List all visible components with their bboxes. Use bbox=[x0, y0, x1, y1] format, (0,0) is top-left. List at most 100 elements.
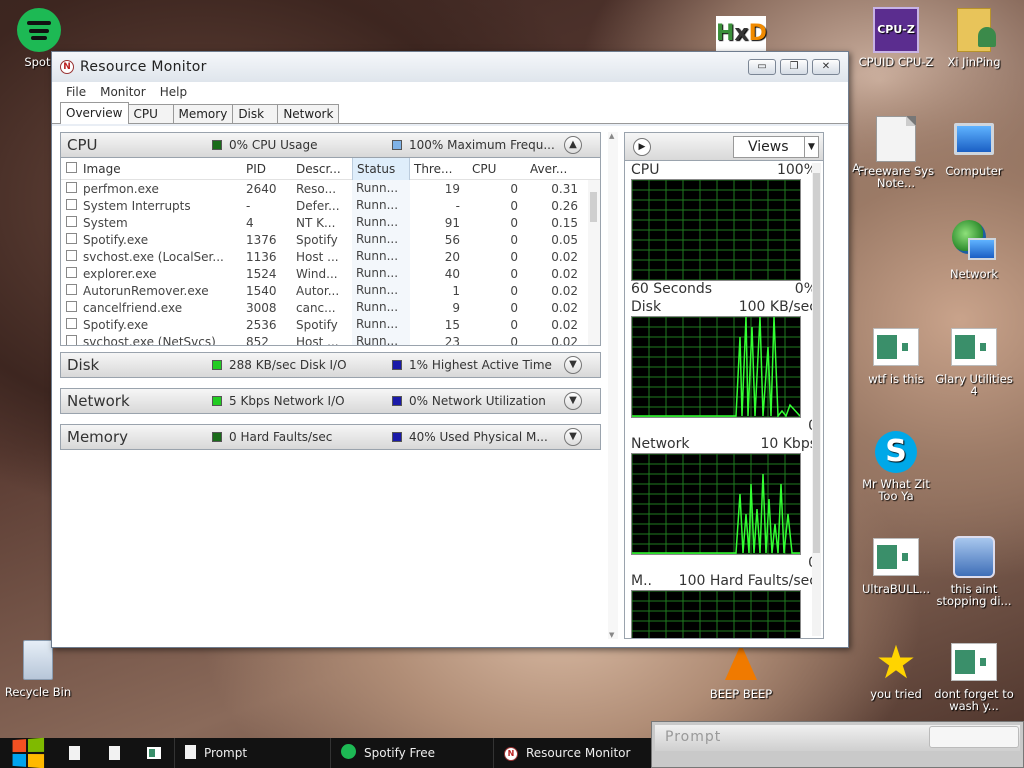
column-header-image[interactable]: Image bbox=[79, 162, 242, 176]
table-row[interactable]: svchost.exe (NetSvcs) 852 Host ... Runn... 2… bbox=[61, 333, 600, 346]
table-row[interactable]: AutorunRemover.exe 1540 Autor... Runn... 1 0 0… bbox=[61, 282, 600, 299]
column-header-cpu[interactable]: CPU bbox=[468, 162, 526, 176]
table-row[interactable]: Spotify.exe 2536 Spotify Runn... 15 0 0.02 bbox=[61, 316, 600, 333]
cpu-section-title: CPU bbox=[67, 136, 98, 154]
prompt-window[interactable]: Prompt bbox=[651, 721, 1024, 768]
start-button[interactable] bbox=[0, 737, 54, 768]
quicklaunch-document-1[interactable] bbox=[54, 738, 94, 768]
tab-disk[interactable]: Disk bbox=[232, 104, 279, 123]
row-checkbox[interactable] bbox=[61, 334, 79, 345]
quicklaunch-document-2[interactable] bbox=[94, 738, 134, 768]
taskbar-item-prompt[interactable]: Prompt bbox=[174, 738, 330, 768]
table-header: Image PID Descr... Status Thre... CPU Av… bbox=[61, 158, 600, 180]
cpu-usage-swatch bbox=[212, 140, 222, 150]
sections-scrollbar[interactable] bbox=[608, 132, 618, 639]
row-checkbox[interactable] bbox=[61, 198, 79, 213]
row-checkbox[interactable] bbox=[61, 215, 79, 230]
column-header-threads[interactable]: Thre... bbox=[410, 162, 468, 176]
expand-icon[interactable]: ▼ bbox=[564, 428, 582, 446]
resource-monitor-window[interactable]: N Resource Monitor ▭ ❐ ✕ File Monitor He… bbox=[51, 51, 849, 648]
graphs-pane: ▶ Views ▼ CPU 100% 60 Seconds 0% Disk 100 K… bbox=[624, 132, 824, 639]
table-row[interactable]: System Interrupts - Defer... Runn... - 0 0.26 bbox=[61, 197, 600, 214]
table-scrollbar[interactable] bbox=[588, 180, 600, 345]
menu-monitor[interactable]: Monitor bbox=[100, 85, 146, 99]
restore-button[interactable]: ❐ bbox=[780, 59, 808, 75]
column-header-status[interactable]: Status bbox=[352, 158, 410, 180]
disk-graph bbox=[631, 316, 801, 418]
desktop-icon-wtf[interactable]: wtf is this bbox=[856, 323, 936, 385]
table-cell: Spotify.exe bbox=[83, 317, 149, 332]
desktop-icon-thisaint[interactable]: this aint stopping di... bbox=[934, 533, 1014, 607]
desktop-icon-cpuz[interactable]: CPU-Z CPUID CPU-Z bbox=[856, 6, 936, 68]
quicklaunch-app[interactable] bbox=[134, 738, 174, 768]
sections-pane: CPU 0% CPU Usage 100% Maximum Frequ... ▲… bbox=[60, 132, 601, 639]
cpu-process-table[interactable]: Image PID Descr... Status Thre... CPU Av… bbox=[60, 158, 601, 346]
desktop-icon-network[interactable]: Network bbox=[934, 218, 1014, 280]
expand-icon[interactable]: ▼ bbox=[564, 356, 582, 374]
prompt-window-title: Prompt bbox=[665, 729, 722, 745]
table-cell: 852 bbox=[246, 334, 269, 346]
desktop-icon-mrwhat[interactable]: S Mr What Zit Too Ya bbox=[856, 428, 936, 502]
menu-file[interactable]: File bbox=[66, 85, 86, 99]
app-icon bbox=[951, 328, 997, 366]
table-row[interactable]: svchost.exe (LocalSer... 1136 Host ... Runn… bbox=[61, 248, 600, 265]
row-checkbox[interactable] bbox=[61, 249, 79, 264]
desktop-icon-ultrabull[interactable]: UltraBULL... bbox=[856, 533, 936, 595]
minimize-button[interactable]: ▭ bbox=[748, 59, 776, 75]
spotify-icon bbox=[17, 8, 61, 52]
taskbar-item-spotify[interactable]: Spotify Free bbox=[330, 738, 493, 768]
row-checkbox[interactable] bbox=[61, 317, 79, 332]
row-checkbox[interactable] bbox=[61, 283, 79, 298]
cpu-section-header[interactable]: CPU 0% CPU Usage 100% Maximum Frequ... ▲ bbox=[60, 132, 601, 158]
tab-overview[interactable]: Overview bbox=[60, 102, 129, 124]
table-row[interactable]: cancelfriend.exe 3008 canc... Runn... 9 0 0.02 bbox=[61, 299, 600, 316]
resource-monitor-icon: N bbox=[60, 60, 74, 74]
desktop-icon-dontforget[interactable]: dont forget to wash y... bbox=[934, 638, 1014, 712]
views-dropdown[interactable]: Views ▼ bbox=[733, 135, 819, 158]
table-cell: svchost.exe (NetSvcs) bbox=[83, 334, 216, 346]
memory-section-header[interactable]: Memory 0 Hard Faults/sec 40% Used Physic… bbox=[60, 424, 601, 450]
table-cell: 0.05 bbox=[551, 232, 578, 247]
cpu-graph-max: 100% bbox=[776, 162, 817, 178]
row-checkbox[interactable] bbox=[61, 266, 79, 281]
taskbar: Prompt Spotify Free N Resource Monitor bbox=[0, 737, 651, 768]
desktop-icon-glary[interactable]: Glary Utilities 4 bbox=[934, 323, 1014, 397]
graphs-scrollbar[interactable] bbox=[812, 163, 821, 636]
select-all-checkbox[interactable] bbox=[61, 161, 79, 176]
close-button[interactable]: ✕ bbox=[812, 59, 840, 75]
tab-network[interactable]: Network bbox=[277, 104, 340, 123]
column-header-average[interactable]: Aver... bbox=[526, 162, 584, 176]
table-row[interactable]: perfmon.exe 2640 Reso... Runn... 19 0 0.31 bbox=[61, 180, 600, 197]
row-checkbox[interactable] bbox=[61, 232, 79, 247]
tab-memory[interactable]: Memory bbox=[172, 104, 234, 123]
expand-icon[interactable]: ▼ bbox=[564, 392, 582, 410]
network-section-header[interactable]: Network 5 Kbps Network I/O 0% Network Ut… bbox=[60, 388, 601, 414]
disk-graph-title: Disk bbox=[631, 299, 662, 315]
memory-graph-block: M.. 100 Hard Faults/sec bbox=[625, 572, 823, 638]
disk-active-swatch bbox=[392, 360, 402, 370]
row-checkbox[interactable] bbox=[61, 300, 79, 315]
collapse-icon[interactable]: ▲ bbox=[564, 136, 582, 154]
table-row[interactable]: System 4 NT K... Runn... 91 0 0.15 bbox=[61, 214, 600, 231]
taskbar-item-resource-monitor[interactable]: N Resource Monitor bbox=[493, 738, 651, 768]
column-header-description[interactable]: Descr... bbox=[292, 162, 352, 176]
row-checkbox[interactable] bbox=[61, 181, 79, 196]
table-row[interactable]: Spotify.exe 1376 Spotify Runn... 56 0 0.05 bbox=[61, 231, 600, 248]
network-graph-title: Network bbox=[631, 436, 690, 452]
desktop-icon-youtried[interactable]: ★ you tried bbox=[856, 638, 936, 700]
disk-section-header[interactable]: Disk 288 KB/sec Disk I/O 1% Highest Acti… bbox=[60, 352, 601, 378]
table-row[interactable]: explorer.exe 1524 Wind... Runn... 40 0 0.02 bbox=[61, 265, 600, 282]
desktop-icon-computer[interactable]: Computer bbox=[934, 115, 1014, 177]
collapse-pane-icon[interactable]: ▶ bbox=[633, 137, 651, 156]
disk-active-legend: 1% Highest Active Time bbox=[392, 358, 554, 372]
desktop-icon-freeware[interactable]: Freeware Sys Note... bbox=[856, 115, 936, 189]
menu-help[interactable]: Help bbox=[160, 85, 187, 99]
cpuz-icon: CPU-Z bbox=[873, 7, 919, 53]
tab-cpu[interactable]: CPU bbox=[127, 104, 174, 123]
window-title: Resource Monitor bbox=[80, 59, 207, 75]
table-cell: Host ... bbox=[296, 334, 339, 346]
column-header-pid[interactable]: PID bbox=[242, 162, 292, 176]
prompt-title-bar[interactable]: Prompt bbox=[655, 725, 1020, 751]
title-bar[interactable]: N Resource Monitor ▭ ❐ ✕ bbox=[52, 52, 848, 82]
desktop-icon-xijinping[interactable]: Xi JinPing bbox=[934, 6, 1014, 68]
